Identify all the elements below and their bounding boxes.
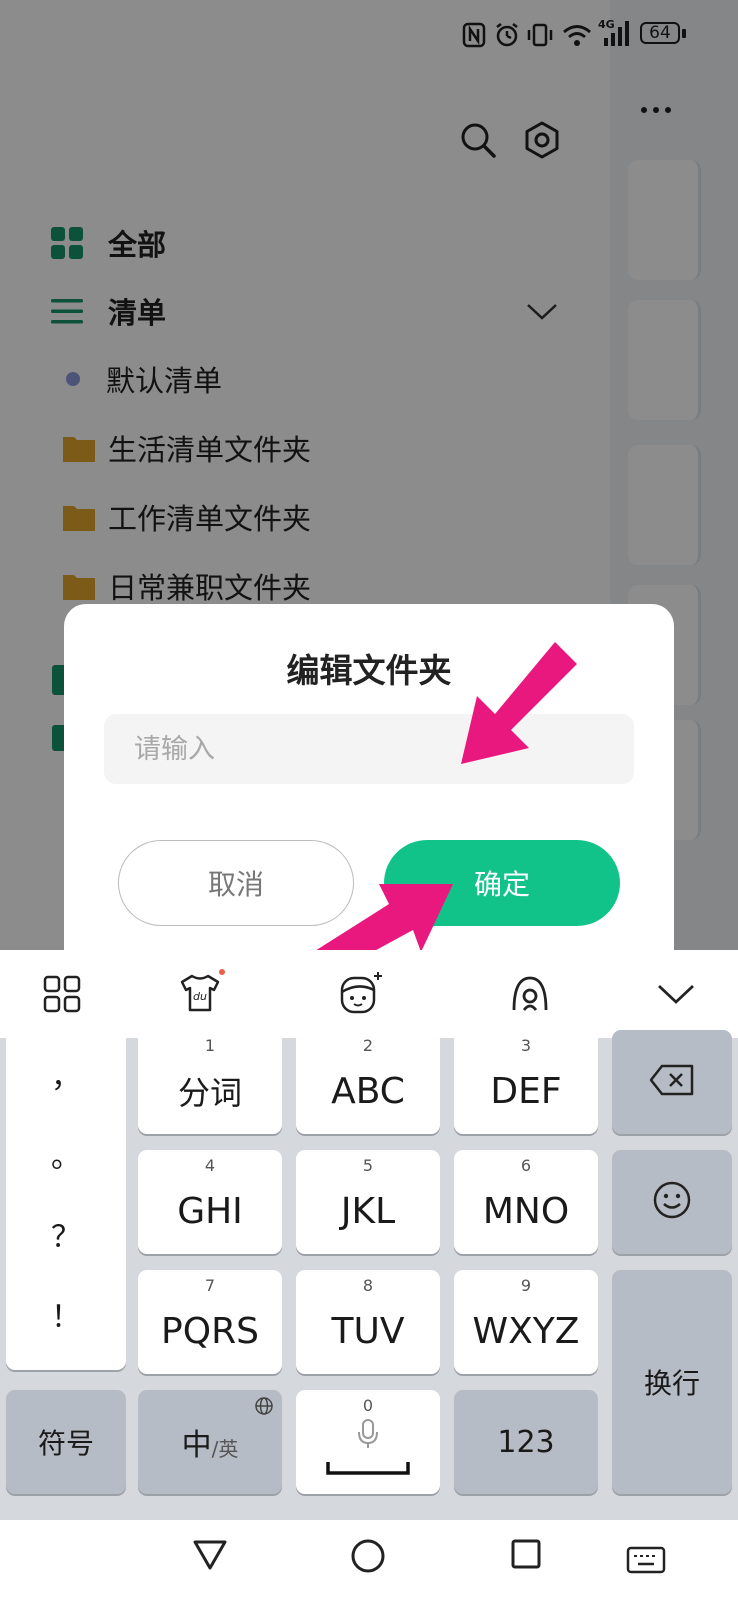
punct-key-question[interactable]: ？ (6, 1212, 126, 1256)
key-9[interactable]: 9 WXYZ (454, 1270, 598, 1374)
ime-keyboard: ， 。 ？ ！ 1 分词 2 ABC 3 DEF 4 GHI 5 JKL 6 M… (0, 1030, 738, 1520)
key-4[interactable]: 4 GHI (138, 1150, 282, 1254)
voice-assistant-icon[interactable] (504, 968, 556, 1020)
number-key[interactable]: 123 (454, 1390, 598, 1494)
key-3[interactable]: 3 DEF (454, 1030, 598, 1134)
space-bar-icon (326, 1460, 410, 1480)
emoji-sticker-icon[interactable] (334, 968, 386, 1020)
punctuation-column[interactable]: ， 。 ？ ！ (6, 1030, 126, 1370)
vibrate-icon (526, 22, 554, 52)
key-7[interactable]: 7 PQRS (138, 1270, 282, 1374)
key-6[interactable]: 6 MNO (454, 1150, 598, 1254)
language-switch-key[interactable]: 中 /英 (138, 1390, 282, 1494)
punct-key-comma[interactable]: ， (6, 1052, 126, 1096)
skin-du-icon[interactable]: du (174, 968, 226, 1020)
backspace-icon (648, 1063, 696, 1101)
enter-key[interactable]: 换行 (612, 1270, 732, 1494)
microphone-icon (356, 1418, 380, 1454)
home-icon[interactable] (350, 1538, 386, 1578)
key-5[interactable]: 5 JKL (296, 1150, 440, 1254)
recents-icon[interactable] (510, 1538, 542, 1574)
space-key[interactable]: 0 (296, 1390, 440, 1494)
dialog-title: 编辑文件夹 (286, 651, 452, 690)
keyboard-toolbar: du (0, 950, 738, 1038)
collapse-keyboard-icon[interactable] (650, 968, 702, 1020)
key-2[interactable]: 2 ABC (296, 1030, 440, 1134)
system-nav-bar (0, 1520, 738, 1600)
smiley-icon (652, 1180, 692, 1224)
key-8[interactable]: 8 TUV (296, 1270, 440, 1374)
annotation-arrow-icon (461, 642, 577, 764)
battery-icon: 64 (640, 20, 688, 48)
backspace-key[interactable] (612, 1030, 732, 1134)
key-1[interactable]: 1 分词 (138, 1030, 282, 1134)
keyboard-switch-icon[interactable] (626, 1546, 666, 1578)
back-icon[interactable] (192, 1538, 228, 1576)
wifi-icon (562, 22, 592, 52)
emoji-key[interactable] (612, 1150, 732, 1254)
alarm-icon (494, 22, 520, 52)
punct-key-period[interactable]: 。 (6, 1132, 126, 1176)
status-bar: 4G 64 (0, 0, 738, 70)
punct-key-exclaim[interactable]: ！ (6, 1292, 126, 1336)
globe-icon (254, 1396, 274, 1420)
symbol-key[interactable]: 符号 (6, 1390, 126, 1494)
nfc-icon (462, 22, 486, 52)
svg-text:du: du (193, 990, 207, 1003)
signal-icon: 4G (598, 18, 632, 52)
grid-menu-icon[interactable] (36, 968, 88, 1020)
